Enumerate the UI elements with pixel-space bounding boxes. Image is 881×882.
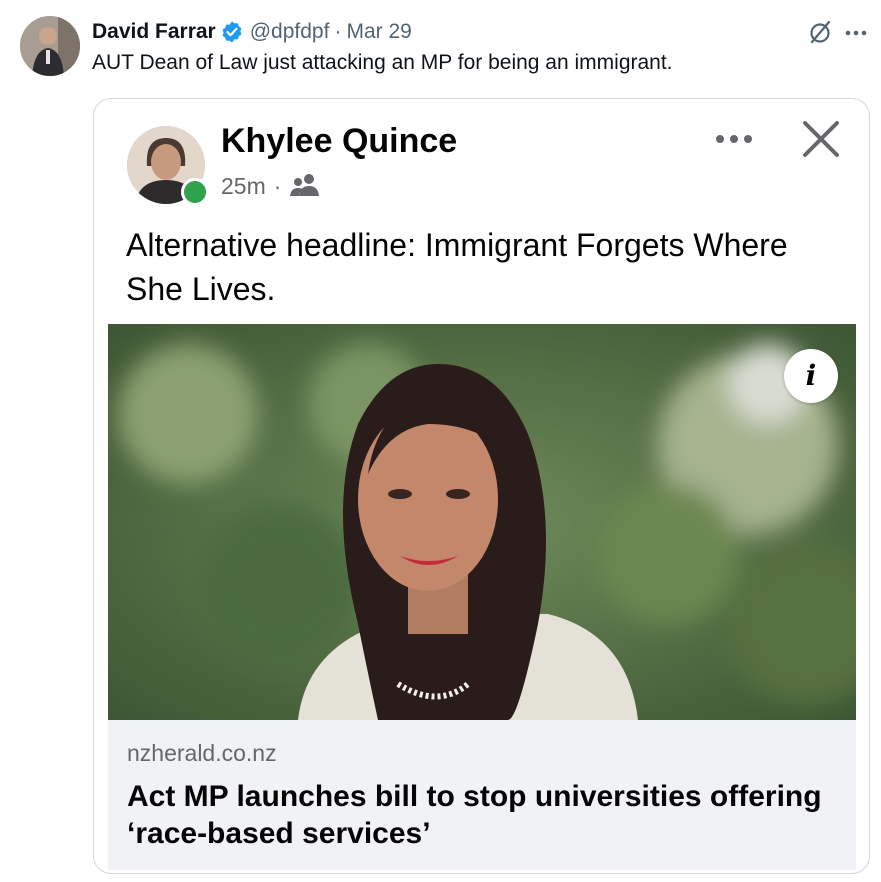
post-time[interactable]: 25m <box>221 173 266 200</box>
tweet-text: AUT Dean of Law just attacking an MP for… <box>92 51 673 74</box>
author-handle[interactable]: @dpfdpf <box>250 20 330 44</box>
meta-separator: · <box>334 20 342 43</box>
post-meta-separator: · <box>273 172 282 199</box>
more-icon[interactable] <box>842 18 870 46</box>
verified-badge-icon[interactable] <box>220 20 244 44</box>
link-headline[interactable]: Act MP launches bill to stop universitie… <box>127 778 847 852</box>
info-icon[interactable]: i <box>784 349 838 403</box>
link-preview[interactable]: nzherald.co.nz Act MP launches bill to s… <box>108 720 856 870</box>
quoted-post-card[interactable]: Khylee Quince 25m · Alternative headline… <box>93 98 870 874</box>
post-author-name[interactable]: Khylee Quince <box>221 122 457 161</box>
tweet-date[interactable]: Mar 29 <box>346 20 411 44</box>
article-photo[interactable] <box>108 324 856 720</box>
post-text: Alternative headline: Immigrant Forgets … <box>126 227 788 307</box>
tweet-header: David Farrar @dpfdpf · Mar 29 AUT Dean o… <box>20 16 870 86</box>
tweet-meta: David Farrar @dpfdpf · Mar 29 <box>92 18 412 46</box>
close-icon[interactable] <box>801 119 841 159</box>
grok-icon[interactable] <box>806 18 834 46</box>
online-status-indicator <box>181 178 209 206</box>
friends-icon <box>289 172 321 200</box>
post-meta: 25m · <box>221 172 321 200</box>
author-name[interactable]: David Farrar <box>92 20 216 44</box>
author-avatar[interactable] <box>20 16 80 76</box>
post-more-icon[interactable] <box>714 127 754 151</box>
link-domain: nzherald.co.nz <box>127 740 277 766</box>
